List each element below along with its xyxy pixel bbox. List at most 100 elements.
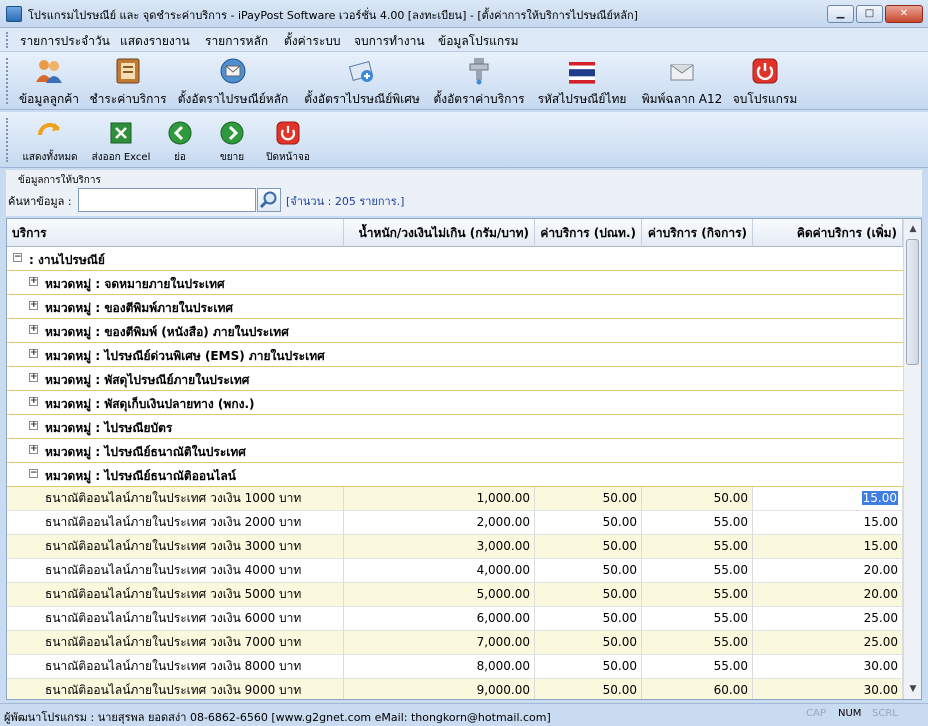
exit-program-button[interactable]: จบโปรแกรม [730,56,800,108]
cell-extra[interactable]: 20.00 [753,559,903,582]
cell-limit[interactable]: 8,000.00 [344,655,535,678]
vertical-scrollbar[interactable]: ▲ ▼ [903,219,921,699]
minimize-button[interactable]: ▁ [827,5,854,23]
menu-main-items[interactable]: รายการหลัก [205,32,268,51]
export-excel-button[interactable]: ส่งออก Excel [88,120,154,164]
main-postal-rate-button[interactable]: ตั้งอัตราไปรษณีย์หลัก [172,56,294,108]
table-row[interactable]: ธนาณัติออนไลน์ภายในประเทศ วงเงิน 7000 บา… [7,631,903,655]
expand-button[interactable]: ขยาย [214,120,250,164]
cell-limit[interactable]: 1,000.00 [344,487,535,510]
collapse-node-icon[interactable]: − [29,469,38,478]
cell-service[interactable]: ธนาณัติออนไลน์ภายในประเทศ วงเงิน 4000 บา… [41,559,344,582]
cell-fee-post[interactable]: 50.00 [535,631,642,654]
cell-service[interactable]: ธนาณัติออนไลน์ภายในประเทศ วงเงิน 1000 บา… [41,487,344,510]
header-limit[interactable]: น้ำหนัก/วงเงินไม่เกิน (กรัม/บาท) [344,219,535,247]
category-row[interactable]: + หมวดหมู่ : พัสดุเก็บเงินปลายทาง (พกง.) [7,391,903,415]
cell-fee-biz[interactable]: 55.00 [642,631,753,654]
header-fee-business[interactable]: ค่าบริการ (กิจการ) [642,219,753,247]
cell-fee-biz[interactable]: 55.00 [642,583,753,606]
show-all-button[interactable]: แสดงทั้งหมด [18,120,82,164]
print-label-button[interactable]: พิมพ์ฉลาก A12 [638,56,726,108]
category-row[interactable]: − หมวดหมู่ : ไปรษณีย์ธนาณัติออนไลน์ [7,463,903,487]
cell-limit[interactable]: 3,000.00 [344,535,535,558]
menu-settings[interactable]: ตั้งค่าระบบ [284,32,341,51]
expand-node-icon[interactable]: + [29,421,38,430]
header-extra-fee[interactable]: คิดค่าบริการ (เพิ่ม) [753,219,903,247]
category-row[interactable]: + หมวดหมู่ : ของตีพิมพ์ภายในประเทศ [7,295,903,319]
cell-limit[interactable]: 6,000.00 [344,607,535,630]
cell-limit[interactable]: 5,000.00 [344,583,535,606]
menu-daily[interactable]: รายการประจำวัน [20,32,110,51]
close-screen-button[interactable]: ปิดหน้าจอ [262,120,314,164]
cell-fee-post[interactable]: 50.00 [535,655,642,678]
cell-limit[interactable]: 7,000.00 [344,631,535,654]
expand-node-icon[interactable]: + [29,325,38,334]
cell-fee-biz[interactable]: 55.00 [642,607,753,630]
cell-extra[interactable]: 30.00 [753,655,903,678]
group-row-root[interactable]: −: งานไปรษณีย์ [7,247,903,271]
menu-exit[interactable]: จบการทำงาน [354,32,425,51]
table-row[interactable]: ธนาณัติออนไลน์ภายในประเทศ วงเงิน 3000 บา… [7,535,903,559]
payment-button[interactable]: ชำระค่าบริการ [88,56,168,108]
cell-service[interactable]: ธนาณัติออนไลน์ภายในประเทศ วงเงิน 2000 บา… [41,511,344,534]
menu-about[interactable]: ข้อมูลโปรแกรม [438,32,519,51]
cell-extra[interactable]: 15.00 [753,535,903,558]
cell-fee-biz[interactable]: 55.00 [642,559,753,582]
table-row[interactable]: ธนาณัติออนไลน์ภายในประเทศ วงเงิน 2000 บา… [7,511,903,535]
cell-fee-post[interactable]: 50.00 [535,559,642,582]
cell-extra[interactable]: 25.00 [753,631,903,654]
cell-extra[interactable]: 15.00 [753,487,903,510]
cell-extra[interactable]: 25.00 [753,607,903,630]
expand-node-icon[interactable]: + [29,445,38,454]
table-row[interactable]: ธนาณัติออนไลน์ภายในประเทศ วงเงิน 5000 บา… [7,583,903,607]
cell-limit[interactable]: 9,000.00 [344,679,535,699]
category-row[interactable]: + หมวดหมู่ : ของตีพิมพ์ (หนังสือ) ภายในปร… [7,319,903,343]
table-row[interactable]: ธนาณัติออนไลน์ภายในประเทศ วงเงิน 1000 บา… [7,487,903,511]
category-row[interactable]: + หมวดหมู่ : จดหมายภายในประเทศ [7,271,903,295]
expand-node-icon[interactable]: + [29,349,38,358]
search-button[interactable] [257,188,281,212]
expand-node-icon[interactable]: + [29,373,38,382]
cell-service[interactable]: ธนาณัติออนไลน์ภายในประเทศ วงเงิน 9000 บา… [41,679,344,699]
maximize-button[interactable]: □ [856,5,883,23]
scroll-up-icon[interactable]: ▲ [905,221,921,237]
cell-fee-post[interactable]: 50.00 [535,679,642,699]
cell-fee-biz[interactable]: 55.00 [642,511,753,534]
cell-fee-post[interactable]: 50.00 [535,583,642,606]
scroll-down-icon[interactable]: ▼ [905,681,921,697]
cell-fee-post[interactable]: 50.00 [535,511,642,534]
category-row[interactable]: + หมวดหมู่ : ไปรษณีย์ด่วนพิเศษ (EMS) ภายใ… [7,343,903,367]
table-row[interactable]: ธนาณัติออนไลน์ภายในประเทศ วงเงิน 6000 บา… [7,607,903,631]
cell-fee-biz[interactable]: 60.00 [642,679,753,699]
cell-service[interactable]: ธนาณัติออนไลน์ภายในประเทศ วงเงิน 6000 บา… [41,607,344,630]
category-row[interactable]: + หมวดหมู่ : ไปรษณียบัตร [7,415,903,439]
cell-limit[interactable]: 4,000.00 [344,559,535,582]
cell-service[interactable]: ธนาณัติออนไลน์ภายในประเทศ วงเงิน 3000 บา… [41,535,344,558]
collapse-node-icon[interactable]: − [13,253,22,262]
header-fee-post[interactable]: ค่าบริการ (ปณท.) [535,219,642,247]
cell-extra[interactable]: 30.00 [753,679,903,699]
search-input[interactable] [78,188,256,212]
cell-fee-biz[interactable]: 50.00 [642,487,753,510]
expand-node-icon[interactable]: + [29,301,38,310]
category-row[interactable]: + หมวดหมู่ : พัสดุไปรษณีย์ภายในประเทศ [7,367,903,391]
cell-fee-post[interactable]: 50.00 [535,607,642,630]
cell-extra[interactable]: 15.00 [753,511,903,534]
cell-service[interactable]: ธนาณัติออนไลน์ภายในประเทศ วงเงิน 8000 บา… [41,655,344,678]
cell-fee-post[interactable]: 50.00 [535,487,642,510]
table-row[interactable]: ธนาณัติออนไลน์ภายในประเทศ วงเงิน 8000 บา… [7,655,903,679]
close-button[interactable]: ✕ [885,5,923,23]
expand-node-icon[interactable]: + [29,397,38,406]
collapse-button[interactable]: ย่อ [162,120,198,164]
header-service[interactable]: บริการ [7,219,344,247]
scroll-thumb[interactable] [906,239,919,365]
cell-service[interactable]: ธนาณัติออนไลน์ภายในประเทศ วงเงิน 5000 บา… [41,583,344,606]
cell-fee-post[interactable]: 50.00 [535,535,642,558]
table-row[interactable]: ธนาณัติออนไลน์ภายในประเทศ วงเงิน 9000 บา… [7,679,903,699]
cell-fee-biz[interactable]: 55.00 [642,535,753,558]
thai-postcode-button[interactable]: รหัสไปรษณีย์ไทย [532,56,632,108]
category-row[interactable]: + หมวดหมู่ : ไปรษณีย์ธนาณัติในประเทศ [7,439,903,463]
cell-limit[interactable]: 2,000.00 [344,511,535,534]
table-row[interactable]: ธนาณัติออนไลน์ภายในประเทศ วงเงิน 4000 บา… [7,559,903,583]
cell-service[interactable]: ธนาณัติออนไลน์ภายในประเทศ วงเงิน 7000 บา… [41,631,344,654]
